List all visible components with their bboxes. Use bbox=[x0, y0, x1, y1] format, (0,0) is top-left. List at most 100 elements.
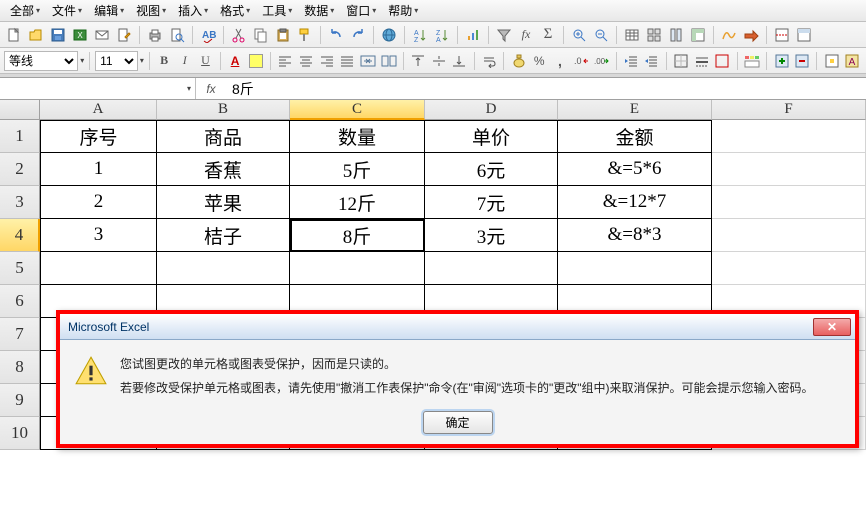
font-size-select[interactable]: 11 bbox=[95, 51, 138, 71]
conditional-format-icon[interactable] bbox=[743, 51, 762, 71]
fx-icon[interactable]: fx bbox=[196, 82, 226, 96]
formula-input[interactable] bbox=[226, 81, 866, 97]
select-all-corner[interactable] bbox=[0, 100, 40, 120]
new-icon[interactable] bbox=[4, 25, 24, 45]
row-header[interactable]: 2 bbox=[0, 153, 40, 186]
row-header[interactable]: 7 bbox=[0, 318, 40, 351]
cell[interactable]: 序号 bbox=[40, 120, 157, 153]
cell[interactable]: 7元 bbox=[425, 186, 558, 219]
unmerge-cells-icon[interactable] bbox=[379, 51, 398, 71]
cell[interactable] bbox=[712, 219, 866, 252]
font-color-button[interactable]: A bbox=[226, 51, 245, 71]
menu-tools[interactable]: 工具▾ bbox=[256, 0, 298, 21]
column-header-D[interactable]: D bbox=[425, 100, 558, 120]
sum-icon[interactable]: Σ bbox=[538, 25, 558, 45]
row-header[interactable]: 10 bbox=[0, 417, 40, 450]
cell[interactable] bbox=[425, 252, 558, 285]
menu-data[interactable]: 数据▾ bbox=[298, 0, 340, 21]
cell[interactable]: 数量 bbox=[290, 120, 425, 153]
cell[interactable] bbox=[712, 252, 866, 285]
columns-icon[interactable] bbox=[666, 25, 686, 45]
styles-icon[interactable]: A bbox=[843, 51, 862, 71]
column-header-E[interactable]: E bbox=[558, 100, 712, 120]
hyperlink-icon[interactable] bbox=[379, 25, 399, 45]
cell[interactable]: 商品 bbox=[157, 120, 290, 153]
pivot-icon[interactable] bbox=[688, 25, 708, 45]
column-header-F[interactable]: F bbox=[712, 100, 866, 120]
fill-color-button[interactable] bbox=[246, 51, 265, 71]
cell[interactable] bbox=[712, 153, 866, 186]
row-header[interactable]: 8 bbox=[0, 351, 40, 384]
italic-button[interactable]: I bbox=[175, 51, 194, 71]
cell[interactable]: 3元 bbox=[425, 219, 558, 252]
row-header[interactable]: 9 bbox=[0, 384, 40, 417]
mail-icon[interactable] bbox=[92, 25, 112, 45]
row-header[interactable]: 1 bbox=[0, 120, 40, 153]
valign-middle-icon[interactable] bbox=[429, 51, 448, 71]
undo-icon[interactable] bbox=[326, 25, 346, 45]
copy-icon[interactable] bbox=[251, 25, 271, 45]
cell[interactable]: &=12*7 bbox=[558, 186, 712, 219]
export-icon[interactable]: X bbox=[70, 25, 90, 45]
zoom-out-icon[interactable] bbox=[591, 25, 611, 45]
zoom-in-icon[interactable] bbox=[569, 25, 589, 45]
bold-button[interactable]: B bbox=[155, 51, 174, 71]
cell[interactable]: &=8*3 bbox=[558, 219, 712, 252]
preview-icon[interactable] bbox=[167, 25, 187, 45]
cell[interactable]: 5斤 bbox=[290, 153, 425, 186]
cell[interactable] bbox=[290, 252, 425, 285]
column-header-A[interactable]: A bbox=[40, 100, 157, 120]
font-name-select[interactable]: 等线 bbox=[4, 51, 78, 71]
chart-icon[interactable] bbox=[463, 25, 483, 45]
cell[interactable] bbox=[157, 252, 290, 285]
freeze-icon[interactable] bbox=[794, 25, 814, 45]
cell[interactable]: 苹果 bbox=[157, 186, 290, 219]
comma-icon[interactable]: , bbox=[551, 51, 570, 71]
cell[interactable]: 单价 bbox=[425, 120, 558, 153]
align-right-icon[interactable] bbox=[317, 51, 336, 71]
autofilter-icon[interactable] bbox=[494, 25, 514, 45]
spellcheck-icon[interactable]: ABC bbox=[198, 25, 218, 45]
percent-icon[interactable]: % bbox=[530, 51, 549, 71]
format-cells-icon[interactable] bbox=[822, 51, 841, 71]
paste-icon[interactable] bbox=[273, 25, 293, 45]
cell[interactable] bbox=[712, 186, 866, 219]
close-button[interactable]: ✕ bbox=[813, 318, 851, 336]
format-painter-icon[interactable] bbox=[295, 25, 315, 45]
align-justify-icon[interactable] bbox=[338, 51, 357, 71]
redo-icon[interactable] bbox=[348, 25, 368, 45]
cell[interactable] bbox=[712, 120, 866, 153]
border-color-icon[interactable] bbox=[713, 51, 732, 71]
cell[interactable]: 2 bbox=[40, 186, 157, 219]
table-icon[interactable] bbox=[622, 25, 642, 45]
decrease-decimal-icon[interactable]: .0 bbox=[571, 51, 590, 71]
save-icon[interactable] bbox=[48, 25, 68, 45]
valign-bottom-icon[interactable] bbox=[450, 51, 469, 71]
arrow-shape-icon[interactable] bbox=[741, 25, 761, 45]
name-box[interactable]: ▾ bbox=[0, 78, 196, 99]
open-icon[interactable] bbox=[26, 25, 46, 45]
cell[interactable]: &=5*6 bbox=[558, 153, 712, 186]
increase-decimal-icon[interactable]: .00 bbox=[592, 51, 611, 71]
cell[interactable]: 8斤 bbox=[290, 219, 425, 252]
sort-desc-icon[interactable]: ZA bbox=[432, 25, 452, 45]
menu-edit[interactable]: 编辑▾ bbox=[88, 0, 130, 21]
row-header[interactable]: 5 bbox=[0, 252, 40, 285]
sort-asc-icon[interactable]: AZ bbox=[410, 25, 430, 45]
cell[interactable]: 金额 bbox=[558, 120, 712, 153]
menu-insert[interactable]: 插入▾ bbox=[172, 0, 214, 21]
print-icon[interactable] bbox=[145, 25, 165, 45]
align-center-icon[interactable] bbox=[297, 51, 316, 71]
row-header[interactable]: 6 bbox=[0, 285, 40, 318]
menu-window[interactable]: 窗口▾ bbox=[340, 0, 382, 21]
increase-indent-icon[interactable] bbox=[642, 51, 661, 71]
group-icon[interactable] bbox=[644, 25, 664, 45]
cell[interactable]: 12斤 bbox=[290, 186, 425, 219]
decrease-indent-icon[interactable] bbox=[621, 51, 640, 71]
underline-button[interactable]: U bbox=[196, 51, 215, 71]
row-header[interactable]: 3 bbox=[0, 186, 40, 219]
menu-help[interactable]: 帮助▾ bbox=[382, 0, 424, 21]
align-left-icon[interactable] bbox=[276, 51, 295, 71]
edit-doc-icon[interactable] bbox=[114, 25, 134, 45]
menu-format[interactable]: 格式▾ bbox=[214, 0, 256, 21]
